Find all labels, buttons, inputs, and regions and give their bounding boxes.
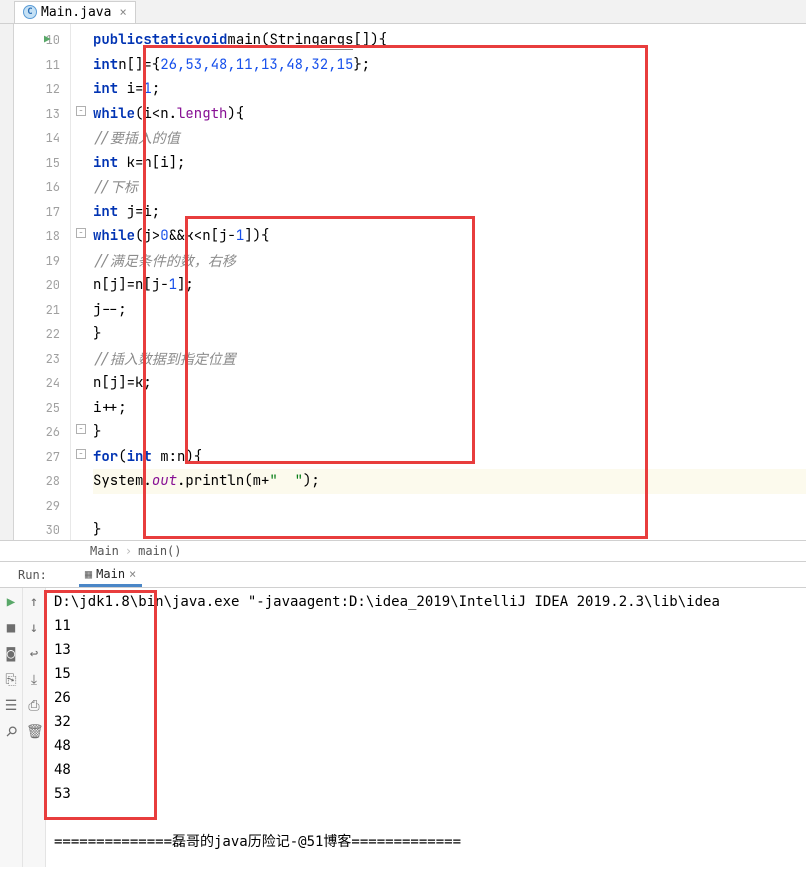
line-number: 24 xyxy=(46,375,60,391)
java-class-icon: C xyxy=(23,5,37,19)
line-number-gutter[interactable]: ▶10 11 12 13 14 15 16 17 18 19 20 21 22 … xyxy=(14,24,71,540)
line-number: 25 xyxy=(46,400,60,416)
line-number: 27 xyxy=(46,449,60,465)
console-line: 26 xyxy=(54,686,798,710)
line-number: 30 xyxy=(46,522,60,538)
trash-icon[interactable]: 🗑 xyxy=(26,724,42,740)
line-number: 29 xyxy=(46,498,60,514)
run-tool-label: Run: xyxy=(8,562,57,582)
line-number: 11 xyxy=(46,57,60,73)
fold-toggle-icon[interactable]: − xyxy=(76,228,86,238)
line-number: 17 xyxy=(46,204,60,220)
breadcrumb-item[interactable]: Main xyxy=(90,544,119,558)
fold-gutter[interactable]: − − − − xyxy=(71,24,91,540)
console-line: 15 xyxy=(54,662,798,686)
chevron-right-icon: › xyxy=(125,544,132,558)
line-number: 18 xyxy=(46,228,60,244)
run-tool-header: Run: ▦ Main × xyxy=(0,562,806,588)
console-line: 11 xyxy=(54,614,798,638)
fold-toggle-icon[interactable]: − xyxy=(76,449,86,459)
run-config-tab[interactable]: ▦ Main × xyxy=(79,563,142,587)
scroll-to-end-icon[interactable]: ⤓ xyxy=(26,672,42,688)
pin-icon[interactable]: ⚲ xyxy=(3,724,19,740)
line-number: 22 xyxy=(46,326,60,342)
left-tool-stripe[interactable] xyxy=(0,24,14,540)
editor-tab-bar: C Main.java × xyxy=(0,0,806,24)
breadcrumb-item[interactable]: main() xyxy=(138,544,181,558)
file-tab-main[interactable]: C Main.java × xyxy=(14,1,136,23)
console-line: D:\jdk1.8\bin\java.exe "-javaagent:D:\id… xyxy=(54,590,798,614)
run-gutter-icon[interactable]: ▶ xyxy=(44,33,51,47)
line-number: 23 xyxy=(46,351,60,367)
run-toolbar-secondary: ↑ ↓ ↩ ⤓ ⎙ 🗑 xyxy=(23,588,46,867)
console-line: 48 xyxy=(54,758,798,782)
console-line: 48 xyxy=(54,734,798,758)
application-icon: ▦ xyxy=(85,567,92,581)
stop-icon[interactable]: ■ xyxy=(3,620,19,636)
line-number: 26 xyxy=(46,424,60,440)
line-number: 19 xyxy=(46,253,60,269)
console-line: ==============磊哥的java历险记-@51博客==========… xyxy=(54,830,798,854)
close-icon[interactable]: × xyxy=(129,567,136,581)
camera-icon[interactable]: ◙ xyxy=(3,646,19,662)
line-number: 13 xyxy=(46,106,60,122)
exit-icon[interactable]: ⎘ xyxy=(3,672,19,688)
console-line: 53 xyxy=(54,782,798,806)
code-editor[interactable]: public static void main(String args[]){ … xyxy=(91,24,806,540)
line-number: 15 xyxy=(46,155,60,171)
console-output[interactable]: D:\jdk1.8\bin\java.exe "-javaagent:D:\id… xyxy=(46,588,806,867)
fold-toggle-icon[interactable]: − xyxy=(76,106,86,116)
console-line: 32 xyxy=(54,710,798,734)
line-number: 21 xyxy=(46,302,60,318)
file-tab-label: Main.java xyxy=(41,5,111,20)
down-icon[interactable]: ↓ xyxy=(26,620,42,636)
run-tool-window: Run: ▦ Main × ▶ ■ ◙ ⎘ ☰ ⚲ ↑ ↓ ↩ ⤓ ⎙ 🗑 D:… xyxy=(0,562,806,867)
breadcrumb[interactable]: Main › main() xyxy=(0,540,806,562)
up-icon[interactable]: ↑ xyxy=(26,594,42,610)
layout-icon[interactable]: ☰ xyxy=(3,698,19,714)
fold-toggle-icon[interactable]: − xyxy=(76,424,86,434)
close-icon[interactable]: × xyxy=(119,5,126,19)
line-number: 16 xyxy=(46,179,60,195)
line-number: 14 xyxy=(46,130,60,146)
print-icon[interactable]: ⎙ xyxy=(26,698,42,714)
line-number: 28 xyxy=(46,473,60,489)
line-number: 20 xyxy=(46,277,60,293)
console-line: 13 xyxy=(54,638,798,662)
soft-wrap-icon[interactable]: ↩ xyxy=(26,646,42,662)
run-icon[interactable]: ▶ xyxy=(3,594,19,610)
run-config-tab-label: Main xyxy=(96,567,125,581)
line-number: 12 xyxy=(46,81,60,97)
editor-area: ▶10 11 12 13 14 15 16 17 18 19 20 21 22 … xyxy=(0,24,806,540)
run-toolbar-primary: ▶ ■ ◙ ⎘ ☰ ⚲ xyxy=(0,588,23,867)
